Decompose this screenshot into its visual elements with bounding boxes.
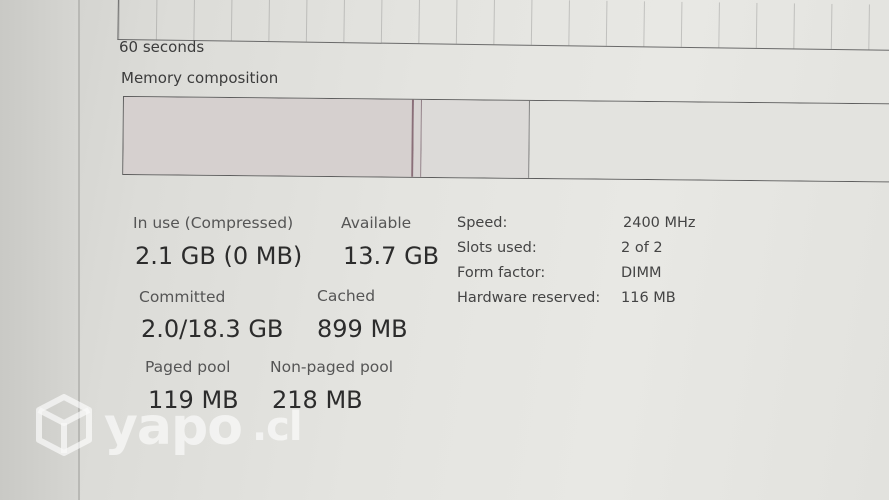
watermark-suffix: .cl: [251, 404, 303, 450]
in-use-value: 2.1 GB (0 MB): [135, 242, 303, 270]
available-label: Available: [341, 214, 412, 232]
form-factor-value: DIMM: [621, 265, 662, 281]
speed-label: Speed:: [457, 215, 508, 231]
available-value: 13.7 GB: [343, 242, 440, 270]
watermark: yapo .cl: [34, 392, 303, 462]
paged-pool-label: Paged pool: [145, 358, 231, 376]
non-paged-pool-label: Non-paged pool: [270, 358, 394, 376]
slots-used-label: Slots used:: [457, 240, 537, 256]
standby-segment: [421, 99, 530, 178]
form-factor-label: Form factor:: [457, 265, 546, 281]
slots-used-value: 2 of 2: [621, 240, 663, 256]
memory-usage-graph: [117, 0, 889, 51]
committed-value: 2.0/18.3 GB: [141, 315, 284, 343]
graph-time-label: 60 seconds: [119, 38, 205, 56]
speed-value: 2400 MHz: [623, 215, 696, 231]
memory-composition-bar: [122, 96, 889, 183]
hardware-reserved-value: 116 MB: [621, 290, 676, 306]
watermark-brand: yapo: [104, 397, 243, 457]
hardware-reserved-label: Hardware reserved:: [457, 290, 601, 306]
memory-composition-label: Memory composition: [121, 69, 279, 87]
cube-icon: [34, 392, 94, 462]
in-use-segment: [123, 97, 414, 177]
cached-value: 899 MB: [317, 315, 408, 343]
free-segment: [529, 100, 889, 182]
cached-label: Cached: [317, 287, 376, 305]
committed-label: Committed: [139, 288, 226, 306]
in-use-label: In use (Compressed): [133, 214, 294, 232]
